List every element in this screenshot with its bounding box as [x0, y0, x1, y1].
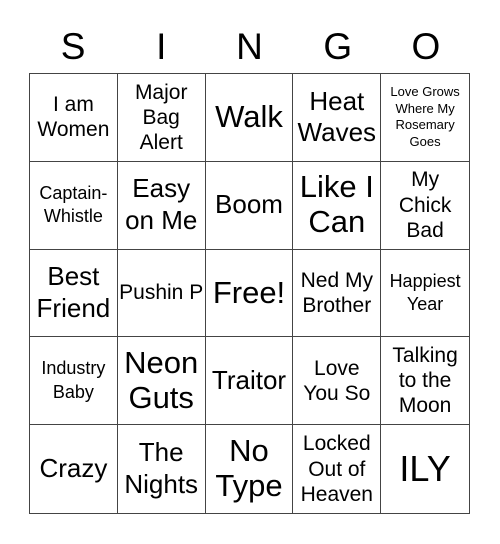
bingo-cell-text: ILY [399, 447, 451, 489]
bingo-cell-text: No Type [215, 433, 283, 504]
bingo-cell[interactable]: Industry Baby [30, 337, 118, 426]
bingo-cell[interactable]: My Chick Bad [381, 162, 469, 250]
bingo-cell[interactable]: Crazy [30, 425, 118, 513]
header-letter: O [411, 26, 441, 67]
bingo-cell-text: Boom [215, 189, 283, 220]
bingo-cell-text: Ned My Brother [300, 268, 373, 317]
bingo-cell-text: Pushin P [119, 281, 204, 305]
bingo-cell-text: Heat Waves [297, 85, 377, 148]
bingo-cell-text: Walk [215, 99, 283, 135]
bingo-cell-text: Neon Guts [124, 345, 199, 415]
bingo-grid: I am Women Major Bag Alert Walk Heat Waves L… [29, 73, 470, 514]
bingo-cell[interactable]: Ned My Brother [293, 249, 382, 338]
bingo-cell[interactable]: Talking to the Moon [381, 337, 469, 426]
header-letter: G [323, 26, 353, 67]
bingo-cell-text: My Chick Bad [398, 168, 452, 242]
bingo-header: S I N G O [29, 22, 470, 72]
bingo-cell[interactable]: Captain-Whistle [30, 161, 118, 250]
bingo-cell[interactable]: Neon Guts [117, 337, 206, 426]
bingo-cell-text: I am Women [37, 93, 110, 142]
bingo-cell-text: Industry Baby [41, 358, 106, 402]
bingo-cell[interactable]: Locked Out of Heaven [293, 425, 382, 513]
bingo-cell-text: Free! [212, 274, 286, 310]
bingo-cell[interactable]: Walk [205, 74, 294, 162]
bingo-cell[interactable]: Best Friend [30, 249, 118, 338]
bingo-cell-text: Locked Out of Heaven [300, 432, 373, 506]
bingo-cell[interactable]: Like I Can [293, 161, 382, 250]
header-letter: I [156, 26, 167, 67]
bingo-cell-text: The Nights [124, 437, 199, 500]
bingo-cell-text: Crazy [39, 453, 108, 484]
bingo-cell[interactable]: No Type [206, 425, 294, 513]
bingo-cell-text: Easy on Me [125, 173, 198, 236]
bingo-cell-text: Traitor [211, 364, 287, 395]
bingo-cell-text: Best Friend [36, 261, 111, 323]
bingo-cell-text: Talking to the Moon [392, 344, 458, 418]
bingo-cell-text: Love Grows Where My Rosemary Goes [390, 83, 460, 150]
header-letter: N [236, 26, 263, 67]
bingo-cell-text: Captain-Whistle [39, 182, 108, 227]
bingo-cell[interactable]: Free! [205, 249, 294, 338]
bingo-cell[interactable]: Happiest Year [381, 250, 469, 338]
bingo-cell[interactable]: Pushin P [117, 249, 206, 338]
bingo-cell[interactable]: The Nights [118, 425, 206, 513]
bingo-cell-text: Like I Can [299, 169, 374, 240]
bingo-cell[interactable]: Major Bag Alert [117, 74, 206, 162]
bingo-cell[interactable]: Love You So [293, 337, 382, 426]
bingo-cell[interactable]: I am Women [30, 74, 118, 162]
bingo-cell[interactable]: Easy on Me [117, 161, 206, 250]
bingo-cell[interactable]: ILY [381, 425, 469, 513]
bingo-cell[interactable]: Heat Waves [293, 74, 382, 162]
bingo-cell[interactable]: Traitor [205, 337, 294, 426]
bingo-cell-text: Happiest Year [389, 270, 461, 314]
bingo-cell-text: Love You So [303, 356, 371, 405]
bingo-cell[interactable]: Boom [205, 161, 294, 250]
header-letter: S [60, 26, 86, 67]
bingo-cell[interactable]: Love Grows Where My Rosemary Goes [381, 74, 469, 162]
bingo-cell-text: Major Bag Alert [134, 80, 188, 154]
